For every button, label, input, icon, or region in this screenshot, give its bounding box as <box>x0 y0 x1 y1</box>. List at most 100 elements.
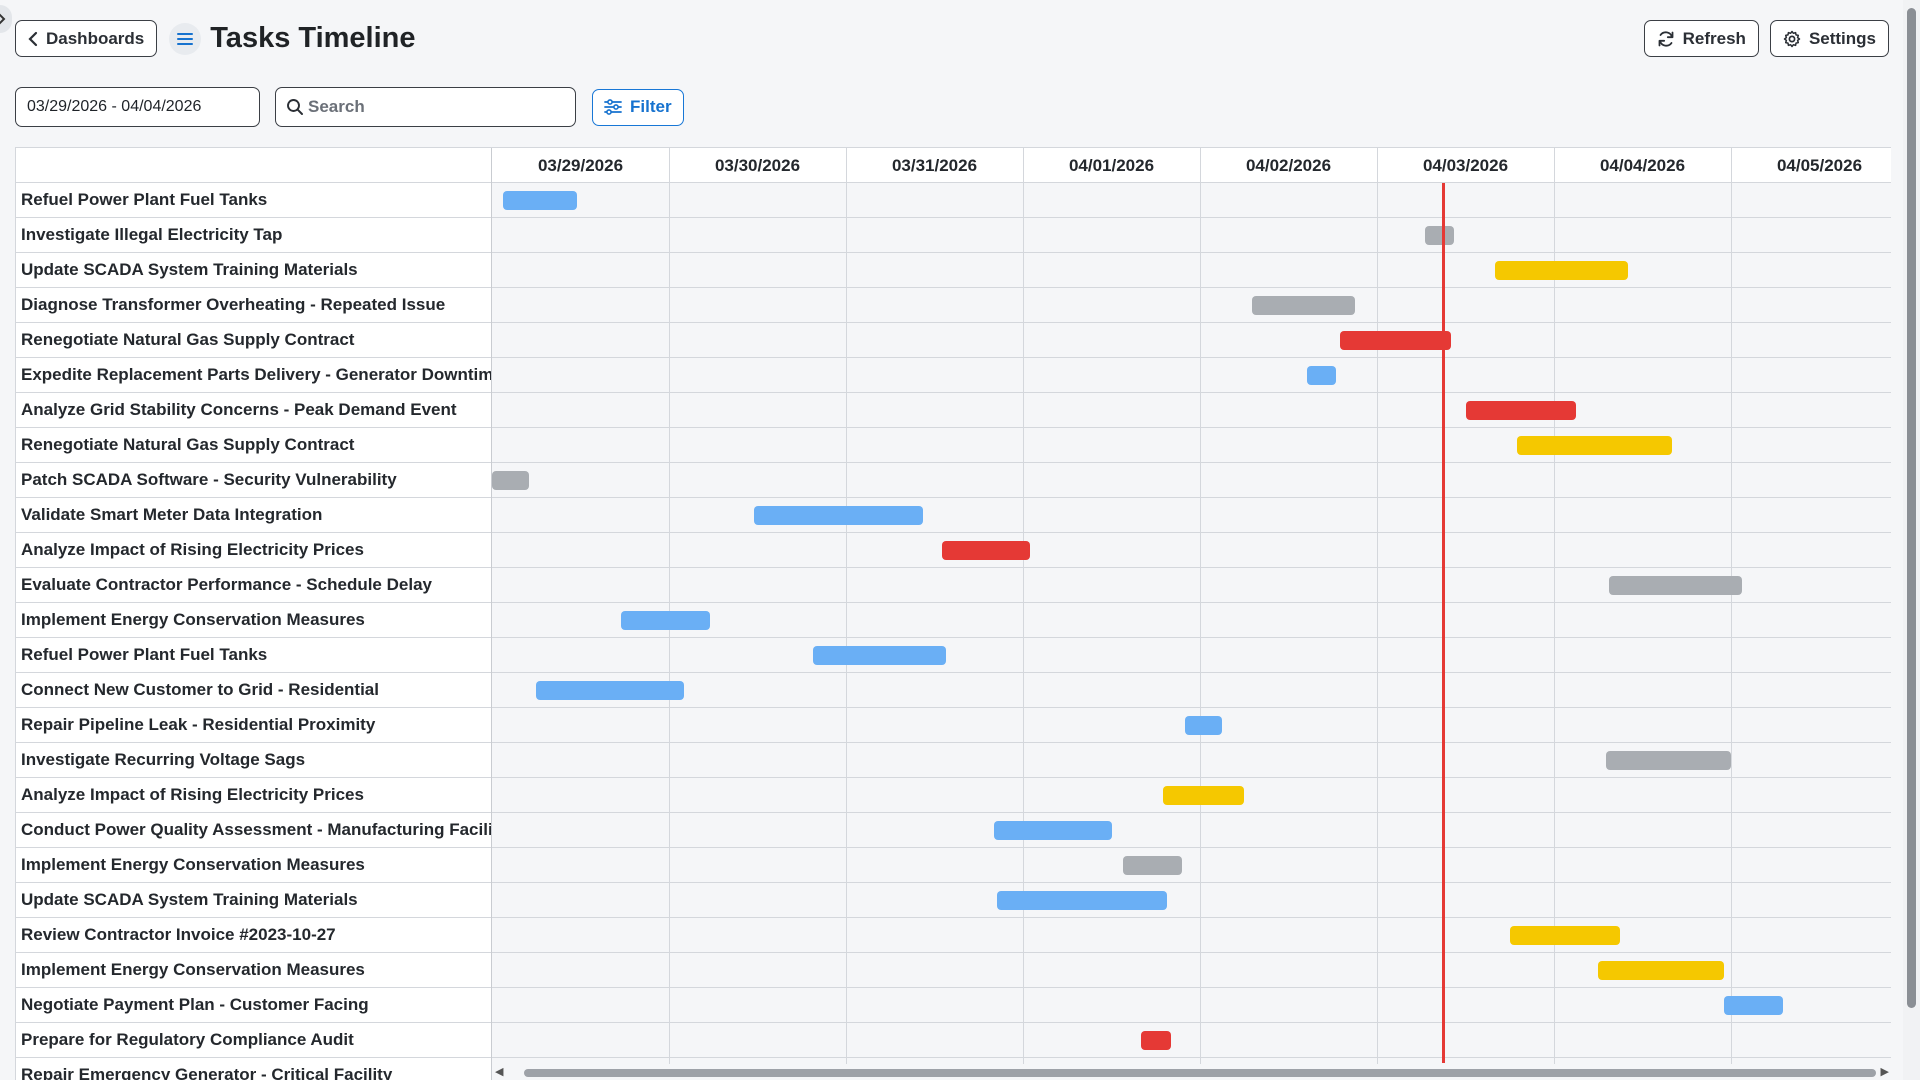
task-row-label[interactable]: Negotiate Payment Plan - Customer Facing <box>16 988 491 1023</box>
task-row-label[interactable]: Update SCADA System Training Materials <box>16 253 491 288</box>
search-input[interactable] <box>275 87 576 127</box>
row-gridline <box>492 637 1891 638</box>
task-bar[interactable] <box>1122 856 1182 875</box>
task-bar[interactable] <box>1609 576 1743 595</box>
label-column-header <box>16 148 491 183</box>
task-bar[interactable] <box>503 191 577 210</box>
task-row-label[interactable]: Investigate Recurring Voltage Sags <box>16 743 491 778</box>
menu-button[interactable] <box>169 22 202 55</box>
filter-button-label: Filter <box>630 97 672 116</box>
row-gridline <box>492 987 1891 988</box>
task-bar[interactable] <box>1306 366 1337 385</box>
task-bar[interactable] <box>997 891 1167 910</box>
task-row-label[interactable]: Implement Energy Conservation Measures <box>16 848 491 883</box>
task-row-label[interactable]: Refuel Power Plant Fuel Tanks <box>16 183 491 218</box>
row-gridline <box>492 952 1891 953</box>
timeline-area: 03/29/2026 03/30/2026 03/31/2026 04/01/2026… <box>492 148 1891 1080</box>
date-column-header: 04/05/2026 <box>1776 156 1863 175</box>
task-bar[interactable] <box>1465 401 1577 420</box>
settings-button[interactable]: Settings <box>1769 20 1889 57</box>
task-bar[interactable] <box>1723 996 1783 1015</box>
task-bar[interactable] <box>1185 716 1223 735</box>
back-button-label: Dashboards <box>46 28 145 48</box>
search-icon <box>287 99 303 115</box>
task-row-label[interactable]: Renegotiate Natural Gas Supply Contract <box>16 428 491 463</box>
date-column-header: 04/04/2026 <box>1599 156 1686 175</box>
task-row-label[interactable]: Diagnose Transformer Overheating - Repea… <box>16 288 491 323</box>
row-gridline <box>492 217 1891 218</box>
task-row-label[interactable]: Refuel Power Plant Fuel Tanks <box>16 638 491 673</box>
filter-button[interactable]: Filter <box>592 88 684 126</box>
task-row-label[interactable]: Repair Pipeline Leak - Residential Proxi… <box>16 708 491 743</box>
row-gridline <box>492 812 1891 813</box>
task-row-label[interactable]: Analyze Grid Stability Concerns - Peak D… <box>16 393 491 428</box>
task-row-label[interactable]: Investigate Illegal Electricity Tap <box>16 218 491 253</box>
filter-toolbar: Filter <box>15 87 684 127</box>
task-bar[interactable] <box>1141 1031 1171 1050</box>
row-gridline <box>492 322 1891 323</box>
back-to-dashboards-button[interactable]: Dashboards <box>15 20 158 57</box>
task-row-label[interactable]: Prepare for Regulatory Compliance Audit <box>16 1023 491 1058</box>
vertical-scrollbar[interactable] <box>1903 0 1920 1080</box>
date-column-header: 04/01/2026 <box>1068 156 1155 175</box>
date-column-header: 04/03/2026 <box>1422 156 1509 175</box>
task-row-label[interactable]: Evaluate Contractor Performance - Schedu… <box>16 568 491 603</box>
task-bar[interactable] <box>1424 226 1455 245</box>
task-row-label[interactable]: Analyze Impact of Rising Electricity Pri… <box>16 778 491 813</box>
row-gridline <box>492 392 1891 393</box>
date-column-header: 04/02/2026 <box>1245 156 1332 175</box>
refresh-button-label: Refresh <box>1682 28 1746 48</box>
horizontal-scrollbar[interactable]: ◀ ▶ <box>492 1064 1891 1080</box>
row-gridline <box>492 497 1891 498</box>
scroll-right-arrow-icon[interactable]: ▶ <box>1881 1064 1889 1080</box>
date-range-input[interactable] <box>15 87 260 127</box>
row-gridline <box>492 602 1891 603</box>
vertical-scroll-thumb[interactable] <box>1907 8 1916 1008</box>
task-bar[interactable] <box>492 471 529 490</box>
chevron-left-icon <box>28 31 38 46</box>
row-gridline <box>492 882 1891 883</box>
page-header: Dashboards Tasks Timeline <box>15 20 416 57</box>
row-gridline <box>492 917 1891 918</box>
date-column-header: 03/30/2026 <box>714 156 801 175</box>
task-row-label[interactable]: Renegotiate Natural Gas Supply Contract <box>16 323 491 358</box>
row-gridline <box>492 707 1891 708</box>
task-bar[interactable] <box>621 611 710 630</box>
task-bar[interactable] <box>1605 751 1731 770</box>
refresh-icon <box>1658 30 1674 47</box>
task-label-column: Refuel Power Plant Fuel Tanks Investigate… <box>16 148 492 1080</box>
task-bar[interactable] <box>1598 961 1724 980</box>
timeline-date-header: 03/29/2026 03/30/2026 03/31/2026 04/01/2026… <box>492 148 1891 183</box>
task-bar[interactable] <box>1340 331 1451 350</box>
task-bar[interactable] <box>941 541 1031 560</box>
task-row-label[interactable]: Analyze Impact of Rising Electricity Pri… <box>16 533 491 568</box>
task-row-label[interactable]: Update SCADA System Training Materials <box>16 883 491 918</box>
task-row-label[interactable]: Review Contractor Invoice #2023-10-27 <box>16 918 491 953</box>
task-row-label[interactable]: Patch SCADA Software - Security Vulnerab… <box>16 463 491 498</box>
task-bar[interactable] <box>1509 926 1621 945</box>
task-row-label[interactable]: Validate Smart Meter Data Integration <box>16 498 491 533</box>
task-row-label[interactable]: Expedite Replacement Parts Delivery - Ge… <box>16 358 491 393</box>
task-row-label[interactable]: Connect New Customer to Grid - Residenti… <box>16 673 491 708</box>
task-row-label[interactable]: Implement Energy Conservation Measures <box>16 603 491 638</box>
task-bar[interactable] <box>1495 261 1628 280</box>
hamburger-menu-icon <box>177 32 194 45</box>
row-gridline <box>492 357 1891 358</box>
row-gridline <box>492 1057 1891 1058</box>
scroll-left-arrow-icon[interactable]: ◀ <box>495 1064 503 1080</box>
task-row-label[interactable]: Conduct Power Quality Assessment - Manuf… <box>16 813 491 848</box>
task-bar[interactable] <box>1163 786 1245 805</box>
task-bar[interactable] <box>1517 436 1672 455</box>
task-row-label[interactable]: Repair Emergency Generator - Critical Fa… <box>16 1058 491 1080</box>
task-bar[interactable] <box>993 821 1112 840</box>
row-gridline <box>492 567 1891 568</box>
task-bar[interactable] <box>753 506 924 525</box>
task-bar[interactable] <box>1251 296 1355 315</box>
header-actions: Refresh Settings <box>1643 20 1889 57</box>
refresh-button[interactable]: Refresh <box>1643 20 1759 57</box>
horizontal-scroll-thumb[interactable] <box>524 1069 1876 1077</box>
sidebar-expand-toggle[interactable] <box>0 5 12 33</box>
task-bar[interactable] <box>812 646 946 665</box>
task-row-label[interactable]: Implement Energy Conservation Measures <box>16 953 491 988</box>
task-bar[interactable] <box>536 681 684 700</box>
